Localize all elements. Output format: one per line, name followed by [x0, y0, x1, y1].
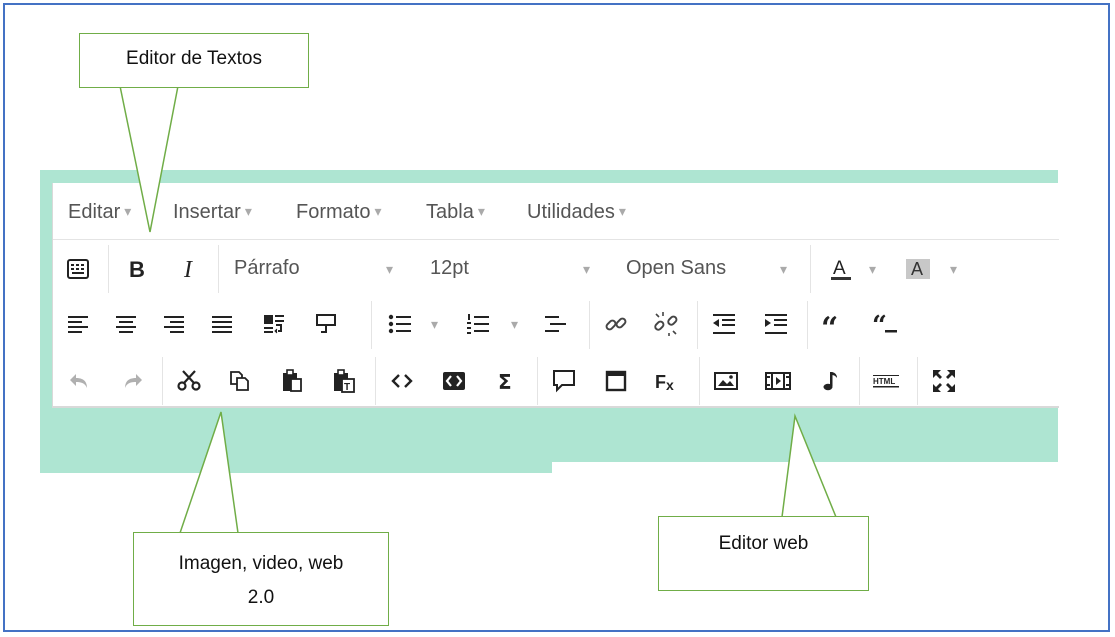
callout-imagen-video-line1: Imagen, video, web	[178, 553, 344, 574]
pointer-imagen-video	[179, 411, 239, 534]
callout-imagen-video: Imagen, video, web 2.0	[133, 532, 389, 626]
pointer-editor-web	[781, 413, 837, 518]
callout-editor-web-text: Editor web	[718, 533, 809, 554]
callout-editor-textos-text: Editor de Textos	[126, 48, 262, 69]
callout-editor-textos: Editor de Textos	[79, 33, 309, 88]
pointer-editor-textos	[119, 85, 179, 233]
callout-imagen-video-line2: 2.0	[247, 587, 275, 608]
callout-editor-web: Editor web	[658, 516, 869, 591]
